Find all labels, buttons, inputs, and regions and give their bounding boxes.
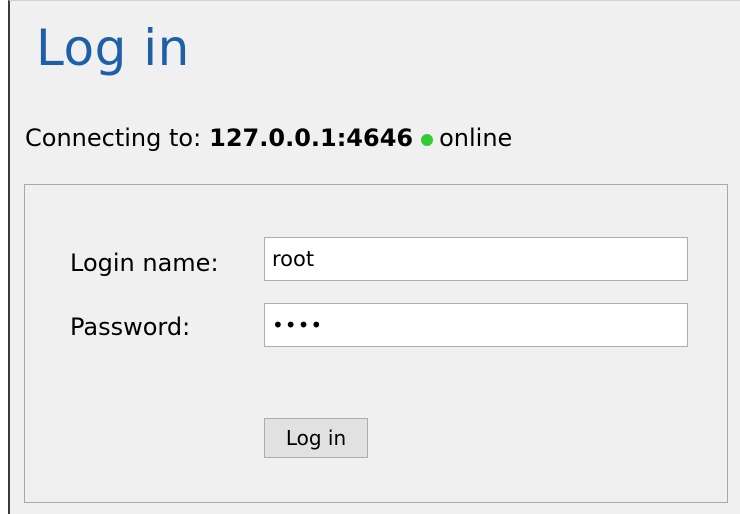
server-address: 127.0.0.1:4646 [209, 124, 414, 152]
page-title: Log in [36, 19, 190, 77]
login-button[interactable]: Log in [264, 418, 368, 458]
login-name-label: Login name: [70, 249, 219, 277]
login-name-input[interactable] [264, 237, 688, 281]
connection-status: online [439, 124, 513, 152]
connection-prefix: Connecting to: [25, 124, 202, 152]
login-form-panel: Login name: Password: Log in [24, 184, 728, 503]
password-input[interactable] [264, 303, 688, 347]
login-window: Log in Connecting to: 127.0.0.1:4646 onl… [8, 0, 740, 514]
password-label: Password: [70, 313, 191, 341]
online-status-icon [421, 134, 434, 146]
connection-info: Connecting to: 127.0.0.1:4646 online [25, 121, 512, 155]
